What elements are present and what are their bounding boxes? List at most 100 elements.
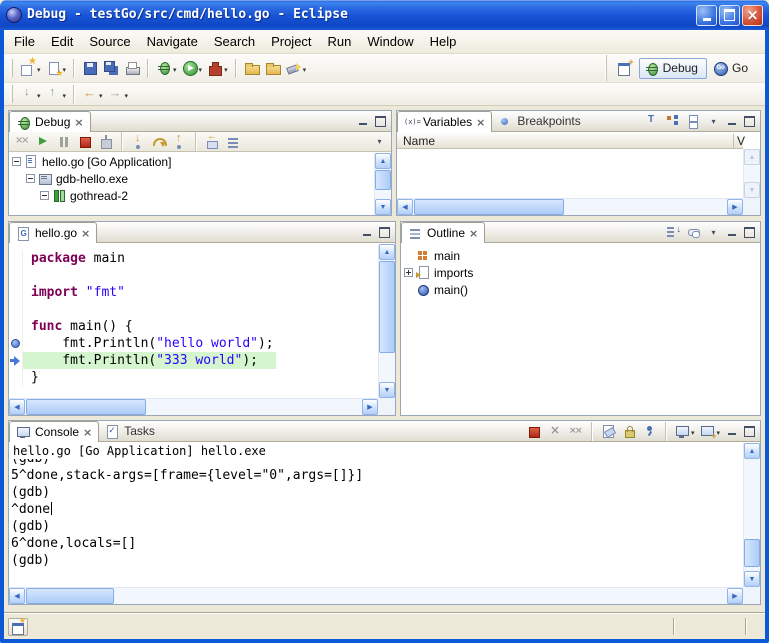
scroll-right-icon[interactable]	[727, 199, 743, 215]
close-tab-icon[interactable]	[469, 226, 478, 240]
menu-edit[interactable]: Edit	[43, 31, 81, 52]
collapse-icon[interactable]	[26, 174, 35, 183]
tab-breakpoints[interactable]: Breakpoints	[492, 111, 586, 131]
scrollbar-thumb[interactable]	[744, 539, 760, 567]
new-go-element-button[interactable]	[44, 58, 69, 78]
search-button[interactable]	[284, 58, 309, 78]
terminate-button[interactable]	[75, 132, 95, 152]
tab-outline[interactable]: Outline	[401, 222, 485, 243]
perspective-debug[interactable]: Debug	[639, 58, 707, 79]
maximize-view-icon[interactable]	[741, 225, 758, 240]
previous-annotation-button[interactable]	[44, 84, 69, 104]
back-button[interactable]	[80, 84, 105, 104]
scrollbar-thumb[interactable]	[379, 261, 395, 353]
collapse-icon[interactable]	[40, 191, 49, 200]
remove-all-launches-button[interactable]	[566, 421, 586, 441]
tree-item[interactable]: gdb-hello.exe	[9, 170, 374, 187]
tree-item[interactable]: main	[401, 247, 760, 264]
code-line[interactable]: func main() {	[9, 318, 378, 335]
scroll-left-icon[interactable]	[397, 199, 413, 215]
maximize-button[interactable]	[719, 5, 740, 26]
editor-horizontal-scrollbar[interactable]	[9, 398, 378, 415]
console-lines[interactable]: (gdb)5^done,stack-args=[frame={level="0"…	[9, 459, 743, 587]
minimize-view-icon[interactable]	[354, 114, 371, 129]
menu-navigate[interactable]: Navigate	[139, 31, 206, 52]
scroll-up-icon[interactable]	[744, 149, 760, 165]
next-annotation-button[interactable]	[18, 84, 43, 104]
maximize-view-icon[interactable]	[376, 225, 393, 240]
scroll-down-icon[interactable]	[744, 182, 760, 198]
scroll-right-icon[interactable]	[362, 399, 378, 415]
scroll-down-icon[interactable]	[744, 571, 760, 587]
menu-help[interactable]: Help	[422, 31, 465, 52]
menu-file[interactable]: File	[6, 31, 43, 52]
code-line[interactable]: fmt.Println("333 world");	[9, 352, 378, 369]
scrollbar-thumb[interactable]	[26, 399, 146, 415]
code-line[interactable]: package main	[9, 250, 378, 267]
scroll-up-icon[interactable]	[379, 244, 395, 260]
scrollbar-thumb[interactable]	[414, 199, 564, 215]
tab-tasks[interactable]: Tasks	[99, 421, 161, 441]
step-into-button[interactable]	[128, 132, 148, 152]
use-step-filters-button[interactable]	[223, 132, 243, 152]
tab-debug[interactable]: Debug	[9, 111, 91, 132]
save-button[interactable]	[80, 58, 100, 78]
tab-variables[interactable]: Variables	[397, 111, 492, 132]
scrollbar-thumb[interactable]	[26, 588, 114, 604]
toolbar-drag-handle[interactable]	[10, 59, 13, 77]
menu-run[interactable]: Run	[320, 31, 360, 52]
outline-tree[interactable]: mainimportsmain()	[401, 244, 760, 415]
scroll-lock-button[interactable]	[619, 421, 639, 441]
open-folder-button[interactable]	[263, 58, 283, 78]
show-type-names-button[interactable]	[642, 111, 662, 131]
close-tab-icon[interactable]	[83, 425, 92, 439]
close-tab-icon[interactable]	[74, 115, 83, 129]
external-tools-button[interactable]	[205, 58, 230, 78]
minimize-view-icon[interactable]	[358, 225, 375, 240]
resume-button[interactable]	[33, 132, 53, 152]
fast-view-button[interactable]	[8, 618, 28, 636]
toolbar-drag-handle[interactable]	[10, 85, 13, 103]
menu-search[interactable]: Search	[206, 31, 263, 52]
scroll-left-icon[interactable]	[9, 588, 25, 604]
code-line[interactable]: }	[9, 369, 378, 386]
minimize-view-icon[interactable]	[723, 424, 740, 439]
open-console-button[interactable]	[697, 421, 722, 441]
remove-all-terminated-button[interactable]	[12, 132, 32, 152]
code-line[interactable]: fmt.Println("hello world");	[9, 335, 378, 352]
scroll-up-icon[interactable]	[744, 443, 760, 459]
close-tab-icon[interactable]	[81, 226, 90, 240]
menu-window[interactable]: Window	[359, 31, 421, 52]
collapse-icon[interactable]	[12, 157, 21, 166]
console-vertical-scrollbar[interactable]	[743, 443, 760, 587]
tree-item[interactable]: hello.go [Go Application]	[9, 153, 374, 170]
column-name[interactable]: Name	[403, 134, 435, 148]
scroll-down-icon[interactable]	[379, 382, 395, 398]
maximize-view-icon[interactable]	[372, 114, 389, 129]
forward-button[interactable]	[106, 84, 131, 104]
step-return-button[interactable]	[170, 132, 190, 152]
expand-icon[interactable]	[404, 268, 413, 277]
show-logical-structures-button[interactable]	[663, 111, 683, 131]
tree-item[interactable]: gothread-2	[9, 187, 374, 204]
run-button[interactable]	[180, 58, 205, 78]
console-horizontal-scrollbar[interactable]	[9, 587, 743, 604]
debug-tree[interactable]: hello.go [Go Application]gdb-hello.exego…	[9, 153, 374, 215]
new-wizard-button[interactable]	[18, 58, 43, 78]
print-button[interactable]	[122, 58, 142, 78]
code-line[interactable]: import "fmt"	[9, 284, 378, 301]
scroll-left-icon[interactable]	[9, 399, 25, 415]
link-with-editor-button[interactable]	[684, 222, 704, 242]
drop-to-frame-button[interactable]	[202, 132, 222, 152]
code-lines[interactable]: package main import "fmt" func main() { …	[9, 244, 378, 398]
terminate-button[interactable]	[524, 421, 544, 441]
maximize-view-icon[interactable]	[741, 424, 758, 439]
sort-button[interactable]	[663, 222, 683, 242]
remove-launch-button[interactable]	[545, 421, 565, 441]
step-over-button[interactable]	[149, 132, 169, 152]
minimize-view-icon[interactable]	[723, 225, 740, 240]
view-menu-icon[interactable]	[371, 134, 388, 149]
suspend-button[interactable]	[54, 132, 74, 152]
scroll-down-icon[interactable]	[375, 199, 391, 215]
disconnect-button[interactable]	[96, 132, 116, 152]
